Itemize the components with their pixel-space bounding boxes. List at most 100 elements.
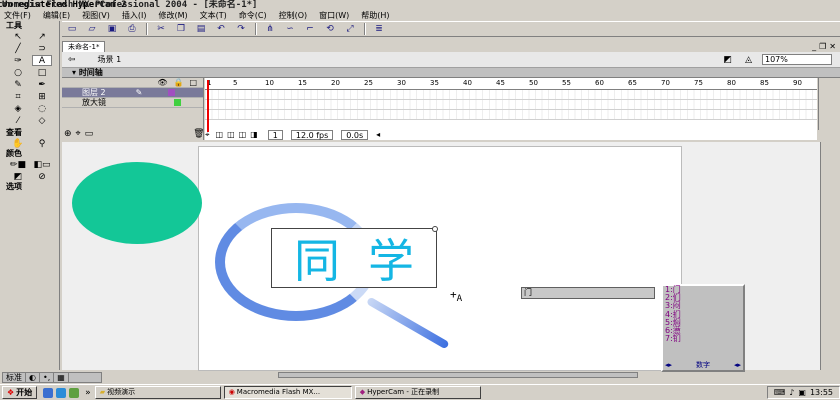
- zoom-select[interactable]: 107%: [762, 54, 832, 65]
- network-icon[interactable]: ▣: [798, 388, 806, 397]
- straighten-icon[interactable]: ⌐: [303, 23, 317, 35]
- menu-window[interactable]: 窗口(W): [313, 10, 355, 21]
- menu-insert[interactable]: 插入(I): [116, 10, 153, 21]
- green-circle[interactable]: [72, 162, 202, 244]
- menu-text[interactable]: 文本(T): [194, 10, 233, 21]
- ime-punct[interactable]: •,: [40, 373, 55, 382]
- timeline-vscroll[interactable]: [818, 78, 830, 130]
- text-field[interactable]: 同 学: [271, 228, 437, 288]
- onion-outline-icon[interactable]: ◫: [227, 130, 235, 139]
- undo-icon[interactable]: ↶: [214, 23, 228, 35]
- frame-row[interactable]: [205, 110, 817, 120]
- edit-symbol-icon[interactable]: ◬: [745, 55, 752, 65]
- line-tool-icon[interactable]: ╱: [8, 43, 28, 54]
- zoom-tool-icon[interactable]: ⚲: [32, 138, 52, 149]
- ime-candidate[interactable]: 7:钔: [663, 335, 743, 343]
- hand-tool-icon[interactable]: ✋: [8, 138, 28, 149]
- brush-tool-icon[interactable]: ✒: [32, 79, 52, 90]
- start-button[interactable]: ❖ 开始: [2, 386, 38, 399]
- menu-help[interactable]: 帮助(H): [355, 10, 395, 21]
- swap-colors-icon[interactable]: ◩: [8, 171, 28, 182]
- add-guide-icon[interactable]: ⌖: [76, 129, 81, 139]
- ime-next-icon[interactable]: ◂▸: [734, 361, 741, 369]
- fill-color-icon[interactable]: ◧▭: [32, 159, 52, 170]
- ink-bottle-tool-icon[interactable]: ◈: [8, 103, 28, 114]
- oval-tool-icon[interactable]: ○: [8, 67, 28, 78]
- frame-rate[interactable]: 12.0 fps: [290, 129, 334, 140]
- rectangle-tool-icon[interactable]: □: [32, 67, 52, 78]
- rotate-icon[interactable]: ⟲: [323, 23, 337, 35]
- subselect-tool-icon[interactable]: ↗: [32, 31, 52, 42]
- add-layer-icon[interactable]: ⊕: [64, 129, 72, 139]
- fill-transform-tool-icon[interactable]: ⊞: [32, 91, 52, 102]
- close-icon[interactable]: ✕: [829, 42, 836, 51]
- free-transform-tool-icon[interactable]: ⌗: [8, 91, 28, 102]
- back-arrow-icon[interactable]: ⇦: [68, 55, 76, 65]
- minimize-icon[interactable]: _: [812, 42, 816, 51]
- smooth-icon[interactable]: ∽: [283, 23, 297, 35]
- ime-tray-icon[interactable]: ⌨: [774, 388, 786, 397]
- save-icon[interactable]: ▣: [105, 23, 119, 35]
- delete-layer-icon[interactable]: 🗑: [193, 129, 204, 139]
- ime-mode[interactable]: 标准: [3, 372, 26, 383]
- copy-icon[interactable]: ❐: [174, 23, 188, 35]
- ime-half-full[interactable]: ◐: [26, 373, 40, 382]
- center-frame-icon[interactable]: ⌖: [205, 130, 210, 140]
- pencil-tool-icon[interactable]: ✎: [8, 79, 28, 90]
- scroll-left-icon[interactable]: ◂: [376, 130, 380, 139]
- timeline-header[interactable]: ▾ 时间轴: [62, 68, 840, 78]
- ime-keyboard[interactable]: ▦: [54, 373, 69, 382]
- lock-icon[interactable]: 🔒: [173, 78, 183, 87]
- volume-icon[interactable]: ♪: [789, 388, 794, 397]
- onion-markers-icon[interactable]: ◨: [250, 130, 258, 139]
- new-icon[interactable]: ▭: [65, 23, 79, 35]
- stroke-color-icon[interactable]: ✏■: [8, 159, 28, 170]
- print-icon[interactable]: ⎙: [125, 23, 139, 35]
- eyedropper-tool-icon[interactable]: ⁄: [8, 115, 28, 126]
- menu-control[interactable]: 控制(O): [273, 10, 314, 21]
- frame-row[interactable]: [205, 100, 817, 110]
- scene-label[interactable]: 场景 1: [98, 54, 122, 65]
- onion-skin-icon[interactable]: ◫: [216, 130, 224, 139]
- redo-icon[interactable]: ↷: [234, 23, 248, 35]
- media-icon[interactable]: [69, 387, 80, 398]
- outline-icon[interactable]: □: [189, 78, 197, 87]
- arrow-tool-icon[interactable]: ↖: [8, 31, 28, 42]
- no-color-icon[interactable]: ⊘: [32, 171, 52, 182]
- stage-vscroll[interactable]: [820, 142, 830, 370]
- eye-icon[interactable]: 👁: [157, 78, 167, 87]
- add-folder-icon[interactable]: ▭: [85, 129, 94, 139]
- menu-view[interactable]: 视图(V): [76, 10, 116, 21]
- desktop-icon[interactable]: [43, 387, 54, 398]
- lasso-tool-icon[interactable]: ⊃: [32, 43, 52, 54]
- paint-bucket-tool-icon[interactable]: ◌: [32, 103, 52, 114]
- scale-icon[interactable]: ⤢: [343, 23, 357, 35]
- menu-modify[interactable]: 修改(M): [152, 10, 193, 21]
- menu-edit[interactable]: 编辑(E): [37, 10, 76, 21]
- frame-row[interactable]: [205, 90, 817, 100]
- open-icon[interactable]: ▱: [85, 23, 99, 35]
- align-icon[interactable]: ≣: [372, 23, 386, 35]
- ie-icon[interactable]: [56, 387, 67, 398]
- snap-icon[interactable]: ⋔: [263, 23, 277, 35]
- pen-tool-icon[interactable]: ✑: [8, 55, 28, 66]
- cut-icon[interactable]: ✂: [154, 23, 168, 35]
- layer-row-magnifier[interactable]: 放大镜: [62, 98, 203, 108]
- ime-prev-icon[interactable]: ◂▸: [665, 361, 672, 369]
- text-resize-handle[interactable]: [432, 226, 438, 232]
- playhead[interactable]: [207, 80, 209, 132]
- stage-hscroll[interactable]: [198, 372, 818, 378]
- task-flash[interactable]: ◉ Macromedia Flash MX...: [223, 386, 352, 399]
- menu-file[interactable]: 文件(F): [0, 10, 37, 21]
- paste-icon[interactable]: ▤: [194, 23, 208, 35]
- task-hypercam[interactable]: ◆ HyperCam - 正在录制: [354, 386, 481, 399]
- text-tool-icon[interactable]: A: [32, 55, 52, 66]
- chevron-icon[interactable]: »: [85, 388, 91, 398]
- clock[interactable]: 13:55: [810, 388, 833, 397]
- hscroll-thumb[interactable]: [278, 372, 638, 378]
- eraser-tool-icon[interactable]: ◇: [32, 115, 52, 126]
- task-video-demo[interactable]: ▰ 视频演示: [94, 386, 221, 399]
- edit-scene-icon[interactable]: ◩: [723, 55, 732, 65]
- document-tab[interactable]: 未命名-1*: [62, 40, 106, 52]
- restore-icon[interactable]: ❐: [819, 42, 826, 51]
